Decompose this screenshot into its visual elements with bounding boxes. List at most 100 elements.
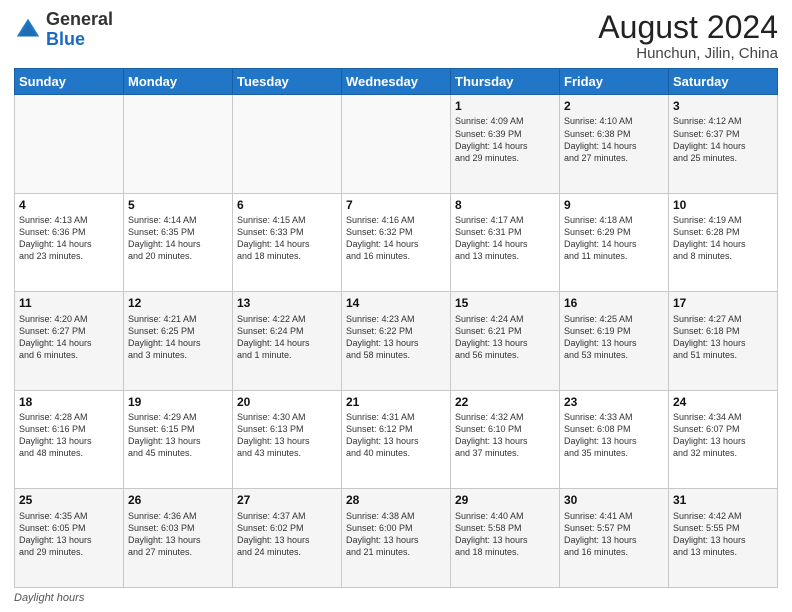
- day-info: Daylight: 13 hours: [564, 337, 664, 349]
- day-header-friday: Friday: [560, 69, 669, 95]
- day-info: Sunrise: 4:17 AM: [455, 214, 555, 226]
- day-info: and 58 minutes.: [346, 349, 446, 361]
- day-info: Sunset: 6:32 PM: [346, 226, 446, 238]
- header-row: SundayMondayTuesdayWednesdayThursdayFrid…: [15, 69, 778, 95]
- day-info: Daylight: 14 hours: [564, 140, 664, 152]
- day-info: Sunset: 6:10 PM: [455, 423, 555, 435]
- day-number: 11: [19, 295, 119, 311]
- day-cell: 28Sunrise: 4:38 AMSunset: 6:00 PMDayligh…: [342, 489, 451, 588]
- day-info: Sunrise: 4:37 AM: [237, 510, 337, 522]
- week-row-3: 11Sunrise: 4:20 AMSunset: 6:27 PMDayligh…: [15, 292, 778, 391]
- day-cell: 27Sunrise: 4:37 AMSunset: 6:02 PMDayligh…: [233, 489, 342, 588]
- day-number: 17: [673, 295, 773, 311]
- day-info: Sunset: 6:16 PM: [19, 423, 119, 435]
- day-number: 13: [237, 295, 337, 311]
- day-info: Sunrise: 4:10 AM: [564, 115, 664, 127]
- logo-text: General Blue: [46, 10, 113, 50]
- day-info: Daylight: 13 hours: [19, 435, 119, 447]
- day-info: and 48 minutes.: [19, 447, 119, 459]
- day-info: and 8 minutes.: [673, 250, 773, 262]
- day-info: Sunset: 6:00 PM: [346, 522, 446, 534]
- day-cell: [15, 95, 124, 194]
- day-cell: 26Sunrise: 4:36 AMSunset: 6:03 PMDayligh…: [124, 489, 233, 588]
- day-cell: [124, 95, 233, 194]
- day-info: Daylight: 13 hours: [564, 435, 664, 447]
- day-number: 5: [128, 197, 228, 213]
- day-info: Sunrise: 4:33 AM: [564, 411, 664, 423]
- day-cell: 14Sunrise: 4:23 AMSunset: 6:22 PMDayligh…: [342, 292, 451, 391]
- day-cell: 23Sunrise: 4:33 AMSunset: 6:08 PMDayligh…: [560, 390, 669, 489]
- day-cell: 22Sunrise: 4:32 AMSunset: 6:10 PMDayligh…: [451, 390, 560, 489]
- day-info: and 27 minutes.: [128, 546, 228, 558]
- day-info: Sunrise: 4:25 AM: [564, 313, 664, 325]
- day-info: Sunset: 6:28 PM: [673, 226, 773, 238]
- day-number: 18: [19, 394, 119, 410]
- day-info: Daylight: 13 hours: [237, 435, 337, 447]
- logo-general: General: [46, 9, 113, 29]
- day-info: and 40 minutes.: [346, 447, 446, 459]
- day-cell: 19Sunrise: 4:29 AMSunset: 6:15 PMDayligh…: [124, 390, 233, 489]
- day-info: and 21 minutes.: [346, 546, 446, 558]
- day-number: 19: [128, 394, 228, 410]
- day-info: Daylight: 14 hours: [128, 238, 228, 250]
- day-cell: 20Sunrise: 4:30 AMSunset: 6:13 PMDayligh…: [233, 390, 342, 489]
- day-info: Sunset: 5:58 PM: [455, 522, 555, 534]
- day-cell: 6Sunrise: 4:15 AMSunset: 6:33 PMDaylight…: [233, 193, 342, 292]
- day-info: Sunset: 5:55 PM: [673, 522, 773, 534]
- day-number: 21: [346, 394, 446, 410]
- day-cell: 24Sunrise: 4:34 AMSunset: 6:07 PMDayligh…: [669, 390, 778, 489]
- title-area: August 2024 Hunchun, Jilin, China: [598, 10, 778, 62]
- day-info: and 53 minutes.: [564, 349, 664, 361]
- day-info: Sunset: 6:38 PM: [564, 128, 664, 140]
- day-info: Sunrise: 4:31 AM: [346, 411, 446, 423]
- day-info: and 20 minutes.: [128, 250, 228, 262]
- day-info: and 25 minutes.: [673, 152, 773, 164]
- day-cell: 10Sunrise: 4:19 AMSunset: 6:28 PMDayligh…: [669, 193, 778, 292]
- day-info: Sunrise: 4:15 AM: [237, 214, 337, 226]
- day-info: Daylight: 13 hours: [128, 435, 228, 447]
- day-info: and 13 minutes.: [455, 250, 555, 262]
- day-info: Daylight: 14 hours: [346, 238, 446, 250]
- day-info: Daylight: 14 hours: [128, 337, 228, 349]
- day-info: Sunrise: 4:19 AM: [673, 214, 773, 226]
- day-info: Sunset: 6:13 PM: [237, 423, 337, 435]
- day-info: and 37 minutes.: [455, 447, 555, 459]
- day-info: Sunset: 6:27 PM: [19, 325, 119, 337]
- day-info: Sunset: 6:03 PM: [128, 522, 228, 534]
- day-number: 26: [128, 492, 228, 508]
- day-cell: 15Sunrise: 4:24 AMSunset: 6:21 PMDayligh…: [451, 292, 560, 391]
- day-info: Sunrise: 4:09 AM: [455, 115, 555, 127]
- day-info: Sunrise: 4:30 AM: [237, 411, 337, 423]
- day-info: Daylight: 14 hours: [564, 238, 664, 250]
- day-number: 28: [346, 492, 446, 508]
- day-info: Sunset: 6:29 PM: [564, 226, 664, 238]
- day-info: Sunset: 6:39 PM: [455, 128, 555, 140]
- day-info: Daylight: 13 hours: [455, 534, 555, 546]
- logo: General Blue: [14, 10, 113, 50]
- day-number: 14: [346, 295, 446, 311]
- day-info: Daylight: 13 hours: [673, 534, 773, 546]
- day-number: 22: [455, 394, 555, 410]
- week-row-1: 1Sunrise: 4:09 AMSunset: 6:39 PMDaylight…: [15, 95, 778, 194]
- week-row-5: 25Sunrise: 4:35 AMSunset: 6:05 PMDayligh…: [15, 489, 778, 588]
- day-info: Daylight: 13 hours: [564, 534, 664, 546]
- day-info: Daylight: 14 hours: [19, 238, 119, 250]
- day-info: Sunset: 6:05 PM: [19, 522, 119, 534]
- day-cell: 1Sunrise: 4:09 AMSunset: 6:39 PMDaylight…: [451, 95, 560, 194]
- day-cell: 12Sunrise: 4:21 AMSunset: 6:25 PMDayligh…: [124, 292, 233, 391]
- day-info: Sunset: 6:19 PM: [564, 325, 664, 337]
- logo-blue: Blue: [46, 29, 85, 49]
- day-cell: [342, 95, 451, 194]
- day-info: Daylight: 13 hours: [346, 337, 446, 349]
- day-info: Sunset: 6:15 PM: [128, 423, 228, 435]
- day-info: Sunset: 6:33 PM: [237, 226, 337, 238]
- day-info: and 29 minutes.: [455, 152, 555, 164]
- day-info: Sunrise: 4:14 AM: [128, 214, 228, 226]
- day-info: Sunrise: 4:22 AM: [237, 313, 337, 325]
- day-info: and 24 minutes.: [237, 546, 337, 558]
- day-info: and 43 minutes.: [237, 447, 337, 459]
- day-cell: 2Sunrise: 4:10 AMSunset: 6:38 PMDaylight…: [560, 95, 669, 194]
- day-cell: 7Sunrise: 4:16 AMSunset: 6:32 PMDaylight…: [342, 193, 451, 292]
- day-info: Daylight: 13 hours: [346, 435, 446, 447]
- day-info: Sunrise: 4:41 AM: [564, 510, 664, 522]
